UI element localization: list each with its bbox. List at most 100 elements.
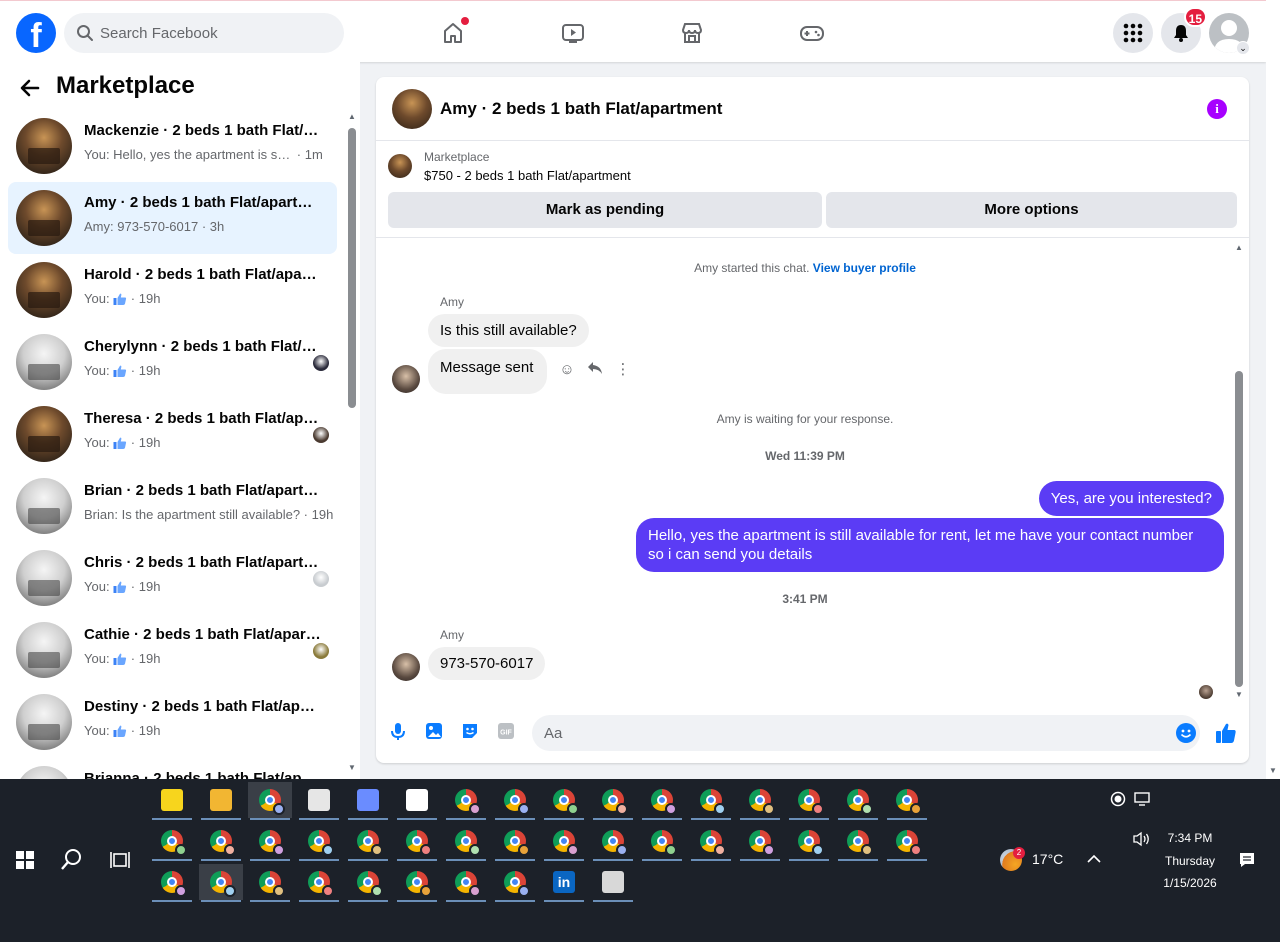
scroll-down-icon[interactable]: ▼ xyxy=(348,763,356,772)
chat-scroll-thumb[interactable] xyxy=(1235,371,1243,687)
scroll-down-icon[interactable]: ▼ xyxy=(1269,766,1277,775)
chrome-icon[interactable] xyxy=(395,864,439,902)
chrome-icon[interactable] xyxy=(150,864,194,902)
inbox-scroll-thumb[interactable] xyxy=(348,128,356,408)
doc-icon[interactable] xyxy=(395,782,439,820)
chrome-icon[interactable] xyxy=(689,823,733,861)
view-buyer-profile-link[interactable]: View buyer profile xyxy=(813,261,916,275)
scroll-down-icon[interactable]: ▼ xyxy=(1235,690,1243,699)
chrome-icon[interactable] xyxy=(248,864,292,902)
chrome-icon[interactable] xyxy=(346,823,390,861)
search-input[interactable] xyxy=(100,13,330,53)
conversation-item[interactable]: Brian · 2 beds 1 bath Flat/apartment Bria… xyxy=(8,470,337,542)
chrome-icon[interactable] xyxy=(199,864,243,902)
sender-avatar[interactable] xyxy=(392,653,420,681)
thumbs-up-send-icon[interactable] xyxy=(1214,721,1238,745)
react-smiley-icon[interactable]: ☺ xyxy=(558,361,576,379)
photo-icon[interactable] xyxy=(424,721,444,741)
chrome-icon[interactable] xyxy=(493,782,537,820)
sticker-icon[interactable] xyxy=(460,721,480,741)
conversation-item[interactable]: Harold · 2 beds 1 bath Flat/apartment You… xyxy=(8,254,337,326)
chat-title[interactable]: Amy · 2 beds 1 bath Flat/apartment xyxy=(440,99,722,119)
incoming-message[interactable]: Message sent xyxy=(428,349,548,394)
volume-icon[interactable] xyxy=(1132,831,1152,852)
chrome-icon[interactable] xyxy=(444,823,488,861)
chrome-icon[interactable] xyxy=(787,823,831,861)
device-icon[interactable] xyxy=(1128,781,1156,817)
back-arrow-icon[interactable] xyxy=(18,76,46,104)
chrome-icon[interactable] xyxy=(297,823,341,861)
chrome-icon[interactable] xyxy=(346,864,390,902)
info-icon[interactable]: i xyxy=(1207,99,1227,119)
chrome-icon[interactable] xyxy=(885,823,929,861)
gif-icon[interactable]: GIF xyxy=(496,721,516,741)
weather-widget[interactable]: 2 17°C xyxy=(1000,847,1070,871)
chrome-icon[interactable] xyxy=(493,823,537,861)
more-vertical-icon[interactable]: ⋮ xyxy=(614,361,632,379)
chrome-icon[interactable] xyxy=(542,823,586,861)
show-hidden-icons-chevron-up-icon[interactable] xyxy=(1086,851,1102,867)
chat-scrollbar[interactable]: ▲ ▼ xyxy=(1233,243,1243,699)
chrome-icon[interactable] xyxy=(444,864,488,902)
linkedin-icon[interactable]: in xyxy=(542,864,586,902)
chrome-icon[interactable] xyxy=(738,782,782,820)
clock-day[interactable]: Thursday xyxy=(1156,854,1224,868)
chrome-icon[interactable] xyxy=(297,864,341,902)
notification-center-icon[interactable] xyxy=(1238,851,1256,874)
page-scrollbar[interactable]: ▼ xyxy=(1266,0,1280,779)
chrome-icon[interactable] xyxy=(836,823,880,861)
paint-icon[interactable] xyxy=(297,782,341,820)
menu-button[interactable] xyxy=(1113,13,1153,53)
chrome-icon[interactable] xyxy=(689,782,733,820)
conversation-item[interactable]: Chris · 2 beds 1 bath Flat/apartment You:… xyxy=(8,542,337,614)
conversation-item[interactable]: Mackenzie · 2 beds 1 bath Flat/apartment… xyxy=(8,110,337,182)
account-chevron-down-icon[interactable]: ⌄ xyxy=(1236,41,1250,55)
chrome-icon[interactable] xyxy=(591,823,635,861)
incoming-message[interactable]: 973-570-6017 xyxy=(428,647,546,680)
sender-avatar[interactable] xyxy=(392,365,420,393)
nav-marketplace[interactable] xyxy=(672,13,712,53)
chrome-icon[interactable] xyxy=(787,782,831,820)
chrome-icon[interactable] xyxy=(640,823,684,861)
conversation-item[interactable]: Theresa · 2 beds 1 bath Flat/apartment Yo… xyxy=(8,398,337,470)
nav-gaming[interactable] xyxy=(792,13,832,53)
more-options-button[interactable]: More options xyxy=(826,192,1237,228)
clock-date[interactable]: 1/15/2026 xyxy=(1156,876,1224,890)
windows-start-icon[interactable] xyxy=(16,851,34,869)
chrome-icon[interactable] xyxy=(738,823,782,861)
inbox-scrollbar[interactable]: ▲ ▼ xyxy=(347,112,357,772)
chrome-icon[interactable] xyxy=(248,823,292,861)
search-box[interactable] xyxy=(64,13,344,53)
scroll-up-icon[interactable]: ▲ xyxy=(1235,243,1243,252)
conversation-item[interactable]: Cherylynn · 2 beds 1 bath Flat/apartment… xyxy=(8,326,337,398)
chrome-icon[interactable] xyxy=(885,782,929,820)
clock-time[interactable]: 7:34 PM xyxy=(1156,831,1224,845)
nav-home[interactable] xyxy=(433,13,473,53)
image-icon[interactable] xyxy=(591,864,635,902)
chrome-icon[interactable] xyxy=(199,823,243,861)
facebook-logo[interactable]: f xyxy=(16,13,56,53)
conversation-item[interactable]: Amy · 2 beds 1 bath Flat/apartment Amy: 9… xyxy=(8,182,337,254)
chrome-icon[interactable] xyxy=(591,782,635,820)
mark-as-pending-button[interactable]: Mark as pending xyxy=(388,192,822,228)
chrome-icon[interactable] xyxy=(444,782,488,820)
outgoing-message[interactable]: Hello, yes the apartment is still availa… xyxy=(636,518,1224,572)
listing-small-thumbnail[interactable] xyxy=(388,154,412,178)
conversation-item[interactable]: Cathie · 2 beds 1 bath Flat/apartment You… xyxy=(8,614,337,686)
nav-video[interactable] xyxy=(553,13,593,53)
taskbar-search-icon[interactable] xyxy=(60,847,84,871)
chrome-icon[interactable] xyxy=(395,823,439,861)
listing-price-title[interactable]: $750 - 2 beds 1 bath Flat/apartment xyxy=(424,168,631,183)
incoming-message[interactable]: Is this still available? xyxy=(428,314,589,347)
conversation-item[interactable]: Destiny · 2 beds 1 bath Flat/apartment Yo… xyxy=(8,686,337,758)
copilot-icon[interactable] xyxy=(346,782,390,820)
chrome-icon[interactable] xyxy=(493,864,537,902)
emoji-icon[interactable] xyxy=(1176,723,1196,743)
sticky-icon[interactable] xyxy=(150,782,194,820)
chrome-icon[interactable] xyxy=(150,823,194,861)
chrome-icon[interactable] xyxy=(248,782,292,820)
chrome-icon[interactable] xyxy=(542,782,586,820)
outgoing-message[interactable]: Yes, are you interested? xyxy=(1038,481,1224,516)
conversation-item[interactable]: Brianna · 2 beds 1 bath Flat/apartment xyxy=(8,758,337,779)
chrome-icon[interactable] xyxy=(836,782,880,820)
